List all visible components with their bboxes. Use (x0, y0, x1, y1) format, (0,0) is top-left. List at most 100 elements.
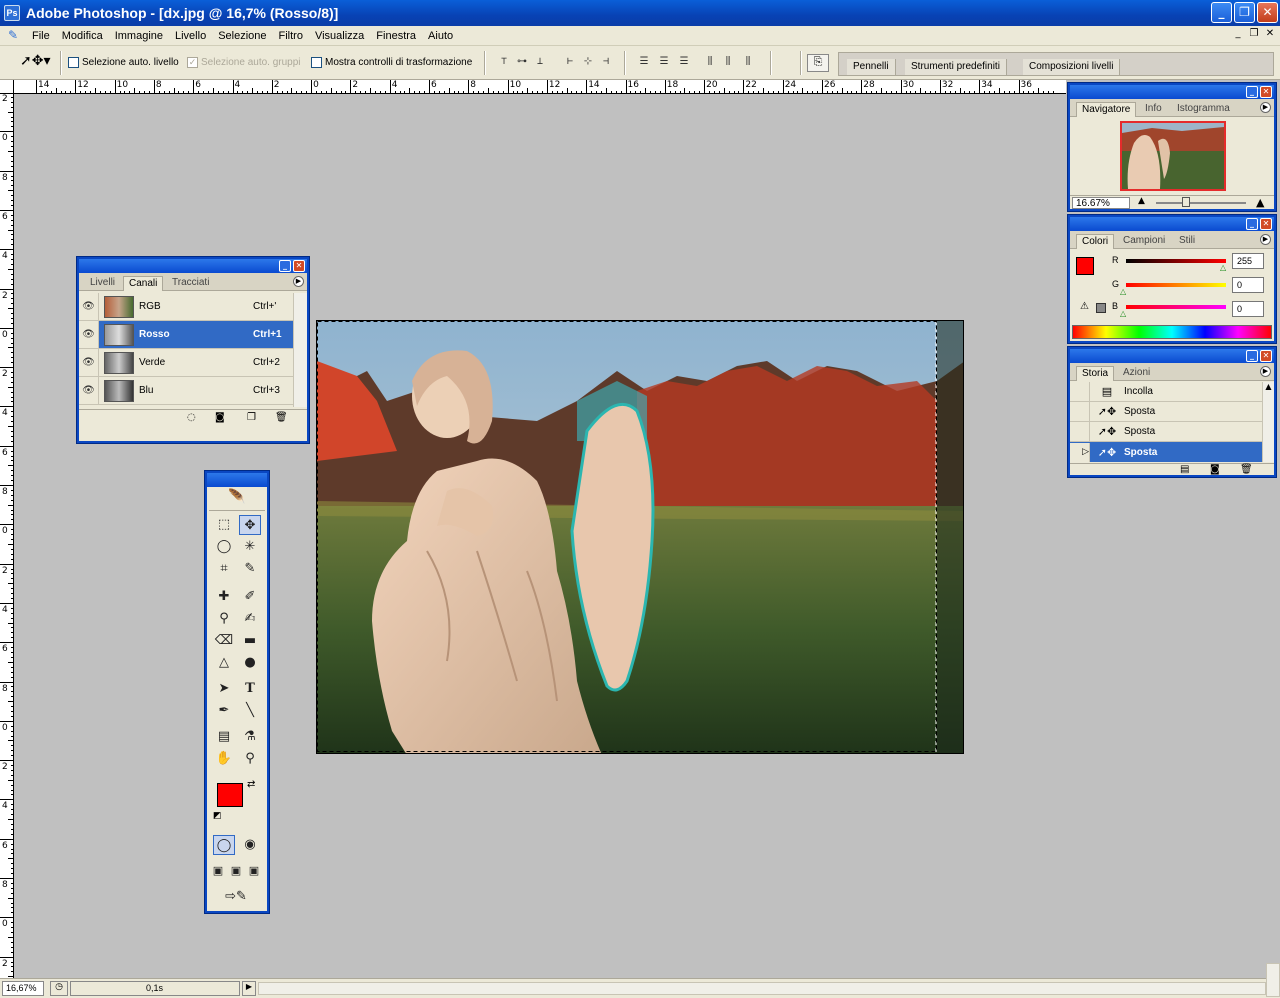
history-item[interactable]: ▤ Incolla (1070, 382, 1262, 402)
history-brush-source[interactable] (1070, 402, 1090, 421)
eye-icon[interactable]: 👁 (79, 349, 99, 376)
color-ramp[interactable] (1072, 325, 1272, 339)
align-hcenter-icon[interactable]: ⊹ (580, 56, 596, 70)
palette-menu-icon[interactable]: ▶ (1260, 366, 1271, 377)
auto-select-groups-checkbox[interactable]: ✓ Selezione auto. gruppi (187, 57, 301, 68)
document-icon[interactable]: ✎ (2, 28, 24, 44)
menu-file[interactable]: File (26, 30, 56, 42)
trash-icon[interactable]: 🗑 (1240, 464, 1253, 475)
g-slider[interactable] (1126, 283, 1226, 287)
horizontal-scrollbar[interactable] (258, 982, 1266, 995)
well-tab-strumenti-predefiniti[interactable]: Strumenti predefiniti (905, 59, 1007, 75)
tab-stili[interactable]: Stili (1174, 234, 1200, 249)
b-slider-thumb-icon[interactable]: △ (1120, 309, 1126, 318)
distribute-right-icon[interactable]: ⫼ (740, 56, 756, 70)
menu-modifica[interactable]: Modifica (56, 30, 109, 42)
eraser-tool-icon[interactable]: ⌫ (213, 631, 235, 651)
slice-tool-icon[interactable]: ✎ (239, 559, 261, 579)
well-tab-composizioni-livelli[interactable]: Composizioni livelli (1023, 59, 1121, 75)
distribute-top-icon[interactable]: ☰ (636, 56, 652, 70)
move-tool-icon[interactable]: ✥ (239, 515, 261, 535)
document-canvas[interactable] (316, 320, 964, 754)
vertical-scrollbar-end[interactable] (1266, 963, 1280, 997)
palette-minimize-icon[interactable]: _ (279, 260, 291, 272)
palette-minimize-icon[interactable]: _ (1246, 350, 1258, 362)
menu-livello[interactable]: Livello (169, 30, 212, 42)
brush-tool-icon[interactable]: ✐ (239, 587, 261, 607)
status-zoom-field[interactable]: 16,67% (2, 981, 44, 996)
channel-row-rgb[interactable]: 👁 RGB Ctrl+' (79, 293, 293, 321)
menu-immagine[interactable]: Immagine (109, 30, 169, 42)
default-colors-icon[interactable]: ◩ (213, 811, 222, 821)
toolbox-titlebar[interactable] (207, 473, 267, 487)
tab-info[interactable]: Info (1140, 102, 1167, 117)
align-left-icon[interactable]: ⊢ (562, 56, 578, 70)
palette-close-icon[interactable]: ✕ (293, 260, 305, 272)
palette-close-icon[interactable]: ✕ (1260, 350, 1272, 362)
full-screen-mode-icon[interactable]: ▣ (245, 861, 263, 881)
history-brush-source[interactable] (1070, 382, 1090, 401)
horizontal-ruler[interactable]: 14 12 10 8 6 4 2 0 2 4 6 8 10 12 14 16 18 20 22 24 26 28 30 32 3… (14, 80, 1066, 94)
magic-wand-tool-icon[interactable]: ✳ (239, 537, 261, 557)
hand-tool-icon[interactable]: ✋ (213, 749, 235, 769)
type-tool-icon[interactable]: T (239, 679, 261, 699)
palette-menu-icon[interactable]: ▶ (293, 276, 304, 287)
distribute-hcenter-icon[interactable]: ⫼ (720, 56, 736, 70)
channels-palette-titlebar[interactable]: _ ✕ (79, 259, 307, 273)
lasso-tool-icon[interactable]: ◯ (213, 537, 235, 557)
notes-tool-icon[interactable]: ▤ (213, 727, 235, 747)
palette-menu-icon[interactable]: ▶ (1260, 102, 1271, 113)
path-selection-tool-icon[interactable]: ➤ (213, 679, 235, 699)
align-bottom-icon[interactable]: ⊥ (532, 56, 548, 70)
line-tool-icon[interactable]: ╲ (239, 701, 261, 721)
history-item[interactable]: ➚✥ Sposta (1070, 422, 1262, 442)
auto-select-layer-checkbox[interactable]: Selezione auto. livello (68, 57, 179, 68)
history-scrollbar[interactable]: ▲ (1262, 382, 1274, 462)
tab-livelli[interactable]: Livelli (85, 276, 120, 291)
swap-colors-icon[interactable]: ⇄ (247, 779, 255, 790)
eye-icon[interactable]: 👁 (79, 293, 99, 320)
tab-tracciati[interactable]: Tracciati (167, 276, 214, 291)
menu-selezione[interactable]: Selezione (212, 30, 272, 42)
clone-stamp-tool-icon[interactable]: ⚲ (213, 609, 235, 629)
crop-tool-icon[interactable]: ⌗ (213, 559, 235, 579)
dodge-tool-icon[interactable]: ● (239, 653, 261, 673)
tab-istogramma[interactable]: Istogramma (1172, 102, 1235, 117)
gamut-color-swatch[interactable] (1096, 303, 1106, 313)
menu-finestra[interactable]: Finestra (370, 30, 422, 42)
status-options-icon[interactable]: ◷ (50, 981, 68, 996)
file-browser-icon[interactable]: ⎘ (807, 54, 829, 72)
snapshot-icon[interactable]: ◙ (1210, 464, 1220, 475)
vertical-ruler[interactable]: 2 0 8 6 4 2 0 2 4 6 8 0 2 4 6 8 0 2 4 6 8 0 2 (0, 94, 14, 978)
new-channel-icon[interactable]: ❐ (247, 412, 256, 423)
menu-filtro[interactable]: Filtro (273, 30, 309, 42)
b-value-field[interactable]: 0 (1232, 301, 1264, 317)
save-selection-icon[interactable]: ◙ (215, 412, 225, 423)
g-value-field[interactable]: 0 (1232, 277, 1264, 293)
gradient-tool-icon[interactable]: ▬ (239, 631, 261, 651)
tab-storia[interactable]: Storia (1076, 366, 1115, 381)
align-right-icon[interactable]: ⊣ (598, 56, 614, 70)
palette-close-icon[interactable]: ✕ (1260, 218, 1272, 230)
eye-icon[interactable]: 👁 (79, 377, 99, 404)
quick-mask-mode-icon[interactable]: ◉ (239, 835, 261, 855)
move-tool-preset-icon[interactable]: ➚✥▾ (20, 53, 54, 73)
palette-minimize-icon[interactable]: _ (1246, 86, 1258, 98)
eye-icon[interactable]: 👁 (79, 321, 99, 348)
zoom-in-icon[interactable]: ▲ (1256, 196, 1264, 209)
doc-close-icon[interactable]: ✕ (1262, 28, 1278, 42)
status-menu-arrow-icon[interactable]: ▶ (242, 981, 256, 996)
distribute-vcenter-icon[interactable]: ☰ (656, 56, 672, 70)
distribute-bottom-icon[interactable]: ☰ (676, 56, 692, 70)
tab-campioni[interactable]: Campioni (1118, 234, 1170, 249)
navigator-preview[interactable] (1120, 121, 1226, 191)
healing-brush-tool-icon[interactable]: ✚ (213, 587, 235, 607)
eyedropper-tool-icon[interactable]: ⚗ (239, 727, 261, 747)
restore-button[interactable]: ❐ (1234, 2, 1255, 23)
navigator-zoom-slider[interactable] (1156, 202, 1246, 204)
menu-visualizza[interactable]: Visualizza (309, 30, 370, 42)
doc-restore-icon[interactable]: ❐ (1246, 28, 1262, 42)
channel-row-verde[interactable]: 👁 Verde Ctrl+2 (79, 349, 293, 377)
history-brush-source[interactable] (1070, 422, 1090, 441)
menu-aiuto[interactable]: Aiuto (422, 30, 459, 42)
